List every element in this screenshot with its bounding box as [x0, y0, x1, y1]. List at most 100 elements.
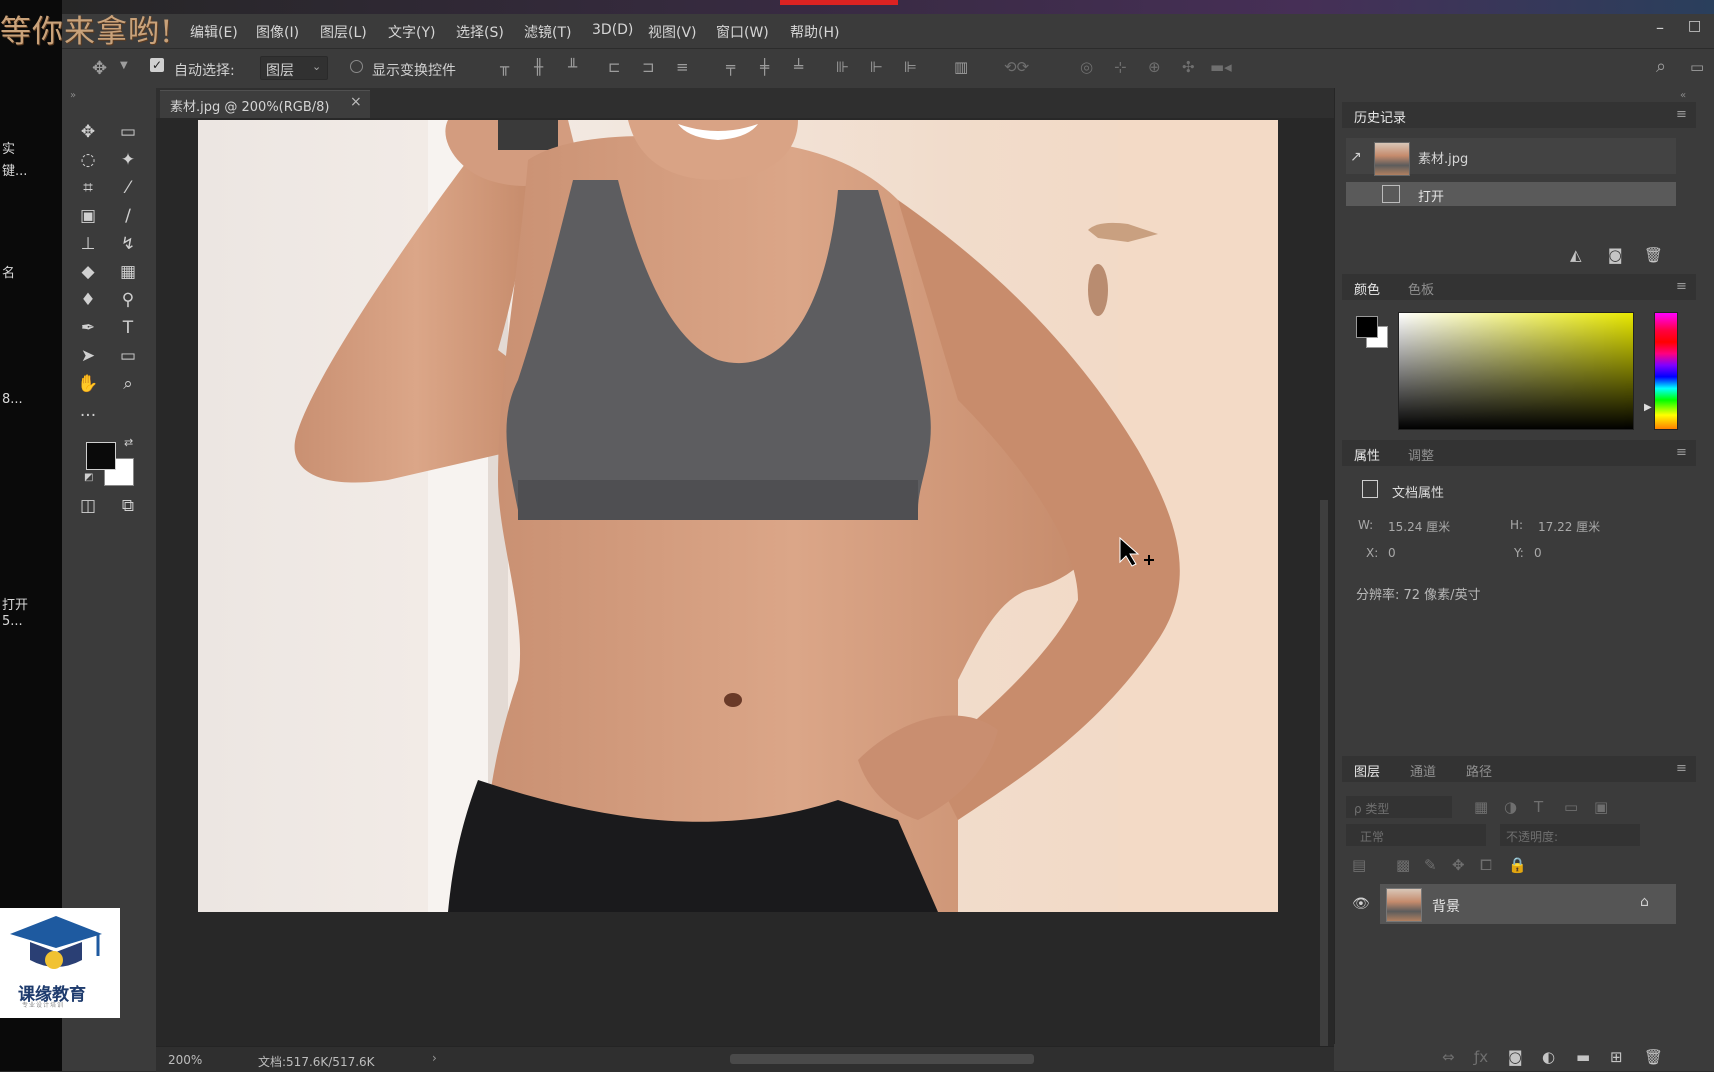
history-brush-tool-icon[interactable]: ↯ [114, 232, 142, 256]
align-hcenter-icon[interactable]: ⊐ [642, 58, 655, 76]
add-mask-icon[interactable]: ◙ [1508, 1048, 1523, 1066]
document-canvas-image[interactable] [198, 120, 1278, 912]
workspace-icon[interactable]: ▭ [1690, 58, 1704, 76]
tab-paths[interactable]: 路径 [1466, 761, 1492, 780]
align-left-icon[interactable]: ⊏ [608, 58, 621, 76]
menu-window[interactable]: 窗口(W) [716, 22, 769, 42]
maximize-button[interactable]: □ [1688, 18, 1701, 34]
rectangle-tool-icon[interactable]: ▭ [114, 344, 142, 368]
status-expand-icon[interactable]: › [432, 1051, 437, 1065]
3d-scale-icon[interactable]: ✣ [1182, 58, 1195, 76]
foreground-color-swatch[interactable] [86, 442, 116, 470]
canvas-vertical-scrollbar[interactable] [1320, 500, 1328, 1050]
lock-all-icon[interactable]: 🔒 [1508, 856, 1527, 874]
menu-type[interactable]: 文字(Y) [388, 22, 435, 42]
layer-name[interactable]: 背景 [1432, 896, 1460, 916]
new-layer-icon[interactable]: ⊞ [1610, 1048, 1623, 1066]
tab-adjustments[interactable]: 调整 [1408, 445, 1434, 464]
minimize-button[interactable]: – [1656, 18, 1664, 37]
eye-icon[interactable]: 👁 [1352, 896, 1370, 912]
screen-mode-icon[interactable]: ⧉ [114, 494, 142, 518]
eraser-tool-icon[interactable]: ◆ [74, 260, 102, 284]
color-picker-field[interactable] [1398, 312, 1634, 430]
close-icon[interactable]: × [350, 94, 362, 110]
chevron-down-icon[interactable]: ▼ [120, 60, 128, 71]
move-tool-icon[interactable]: ✥ [92, 58, 107, 79]
move-tool-icon[interactable]: ✥ [74, 120, 102, 144]
type-tool-icon[interactable]: T [114, 316, 142, 340]
default-colors-icon[interactable]: ◩ [84, 472, 93, 483]
distribute-hcenter-icon[interactable]: ⊩ [870, 58, 883, 76]
zoom-tool-icon[interactable]: ⌕ [114, 372, 142, 396]
menu-image[interactable]: 图像(I) [256, 22, 299, 42]
more-tools-icon[interactable]: ··· [74, 404, 102, 428]
new-group-icon[interactable]: ▬ [1576, 1048, 1590, 1066]
auto-align-icon[interactable]: ▥ [954, 58, 968, 76]
tab-layers[interactable]: 图层 [1354, 761, 1380, 780]
filter-adjustment-icon[interactable]: ◑ [1504, 798, 1517, 816]
distribute-top-icon[interactable]: ╤ [726, 58, 735, 76]
brush-tool-icon[interactable]: ∕ [114, 204, 142, 228]
x-value[interactable]: 0 [1388, 546, 1396, 560]
lock-image-icon[interactable]: ✎ [1424, 856, 1437, 874]
gradient-tool-icon[interactable]: ▦ [114, 260, 142, 284]
filter-pixel-icon[interactable]: ▦ [1474, 798, 1488, 816]
video-icon[interactable]: ▬◂ [1210, 58, 1232, 76]
distribute-left-icon[interactable]: ⊪ [836, 58, 849, 76]
pen-tool-icon[interactable]: ✒ [74, 316, 102, 340]
lasso-tool-icon[interactable]: ◌ [74, 148, 102, 172]
healing-brush-tool-icon[interactable]: ▣ [74, 204, 102, 228]
hue-slider[interactable] [1654, 312, 1678, 430]
dock-collapse-icon[interactable]: « [1680, 90, 1686, 101]
lock-icon[interactable]: ⌂ [1640, 894, 1649, 910]
new-document-from-state-icon[interactable]: ◭ [1570, 246, 1582, 264]
filter-type-icon[interactable]: T [1534, 798, 1543, 816]
height-value[interactable]: 17.22 厘米 [1538, 518, 1600, 535]
crop-tool-icon[interactable]: ⌗ [74, 176, 102, 200]
dodge-tool-icon[interactable]: ⚲ [114, 288, 142, 312]
lock-transparent-icon[interactable]: ▩ [1396, 856, 1410, 874]
distribute-vcenter-icon[interactable]: ╪ [760, 58, 769, 76]
filter-shape-icon[interactable]: ▭ [1564, 798, 1578, 816]
menu-select[interactable]: 选择(S) [456, 22, 504, 42]
align-vcenter-icon[interactable]: ╫ [534, 58, 543, 76]
layer-row-background[interactable] [1380, 884, 1676, 924]
menu-filter[interactable]: 滤镜(T) [524, 22, 571, 42]
history-brush-source-icon[interactable]: ↗ [1350, 149, 1362, 165]
camera-icon[interactable]: ◙ [1608, 246, 1623, 264]
tab-history[interactable]: 历史记录 [1354, 107, 1406, 126]
align-top-icon[interactable]: ╥ [500, 58, 509, 76]
3d-pan-icon[interactable]: ⊹ [1114, 58, 1127, 76]
panel-menu-icon[interactable]: ≡ [1676, 445, 1687, 460]
y-value[interactable]: 0 [1534, 546, 1542, 560]
tab-swatches[interactable]: 色板 [1408, 279, 1434, 298]
path-selection-tool-icon[interactable]: ➤ [74, 344, 102, 368]
quick-mask-icon[interactable]: ◫ [74, 494, 102, 518]
3d-rotate-icon[interactable]: ⟲⟳ [1004, 58, 1029, 76]
magic-wand-tool-icon[interactable]: ✦ [114, 148, 142, 172]
menu-help[interactable]: 帮助(H) [790, 22, 839, 42]
distribute-right-icon[interactable]: ⊫ [904, 58, 917, 76]
menu-edit[interactable]: 编辑(E) [190, 22, 238, 42]
lock-position-icon[interactable]: ✥ [1452, 856, 1465, 874]
zoom-level[interactable]: 200% [168, 1053, 202, 1067]
panel-menu-icon[interactable]: ≡ [1676, 107, 1687, 122]
swap-colors-icon[interactable]: ⇄ [124, 436, 133, 449]
search-icon[interactable]: ⌕ [1656, 56, 1666, 77]
menu-view[interactable]: 视图(V) [648, 22, 697, 42]
tab-properties[interactable]: 属性 [1354, 445, 1380, 464]
lock-artboard-icon[interactable]: ⧠ [1480, 856, 1492, 874]
eyedropper-tool-icon[interactable]: ⁄ [114, 176, 142, 200]
color-panel-foreground-swatch[interactable] [1356, 316, 1378, 338]
clone-stamp-tool-icon[interactable]: ⊥ [74, 232, 102, 256]
marquee-tool-icon[interactable]: ▭ [114, 120, 142, 144]
panel-menu-icon[interactable]: ≡ [1676, 279, 1687, 294]
show-transform-checkbox[interactable] [350, 60, 363, 73]
trash-icon[interactable]: 🗑 [1644, 246, 1663, 264]
menu-layer[interactable]: 图层(L) [320, 22, 367, 42]
align-right-icon[interactable]: ≡ [676, 58, 689, 76]
link-layers-icon[interactable]: ⇔ [1442, 1048, 1455, 1066]
tab-channels[interactable]: 通道 [1410, 761, 1436, 780]
adjustment-layer-icon[interactable]: ◐ [1542, 1048, 1555, 1066]
trash-icon[interactable]: 🗑 [1644, 1048, 1663, 1066]
